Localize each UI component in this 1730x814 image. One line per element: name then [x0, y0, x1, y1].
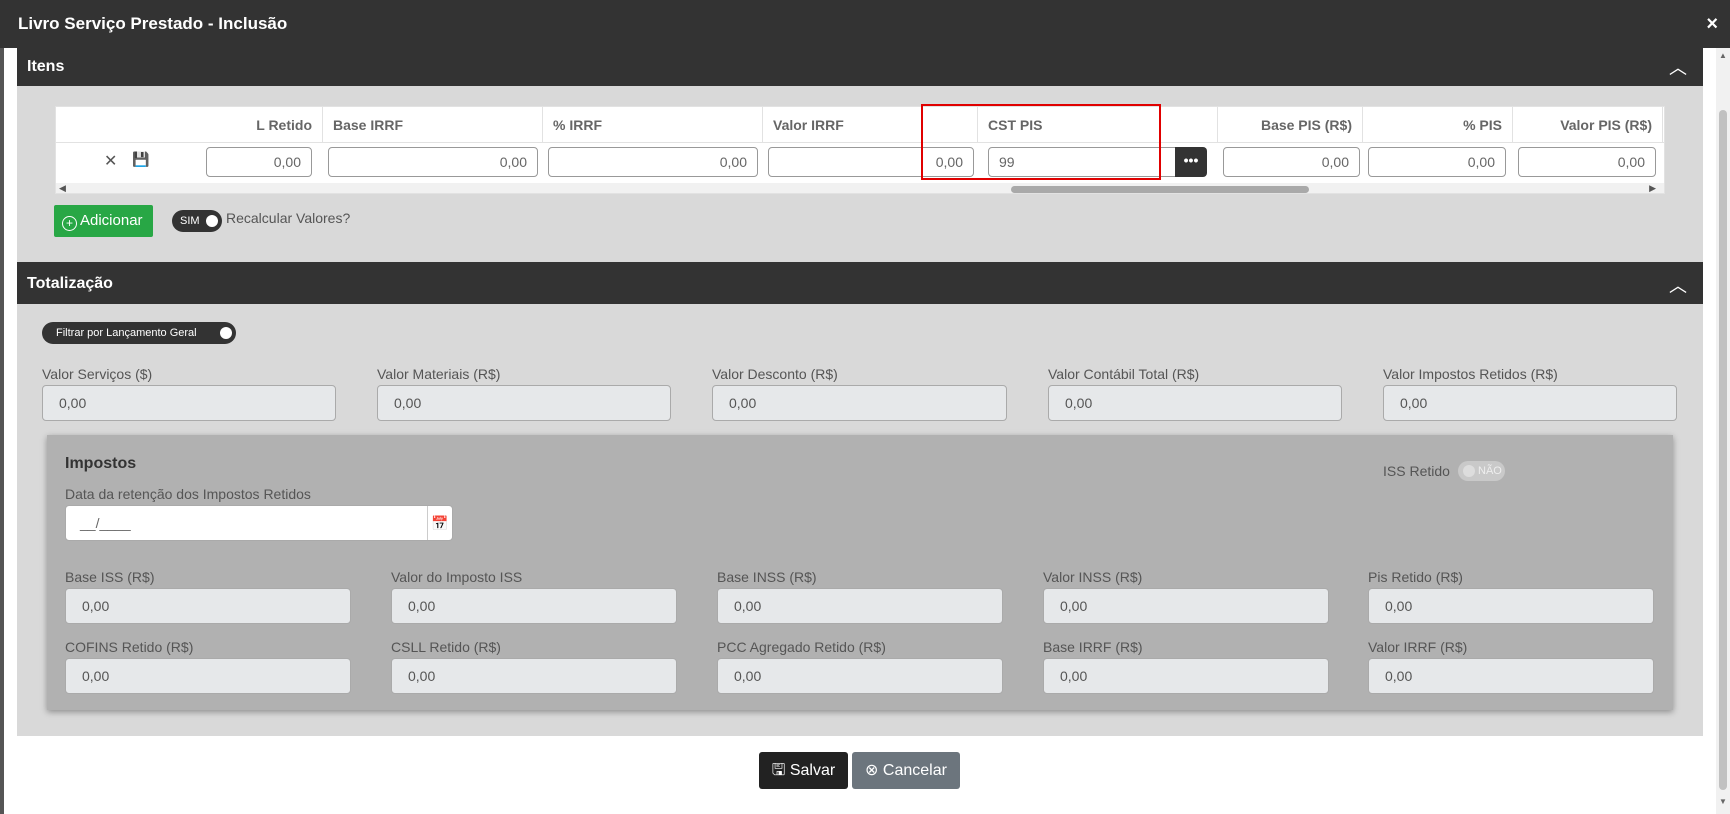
scrollbar-thumb[interactable] — [1719, 110, 1727, 790]
items-grid: L Retido Base IRRF % IRRF Valor IRRF CST… — [55, 106, 1665, 194]
pis-retido-field[interactable]: 0,00 — [1368, 588, 1654, 624]
cancel-button[interactable]: ⊗ Cancelar — [852, 752, 960, 789]
col-valor-pis[interactable]: Valor PIS (R$) — [1513, 107, 1663, 143]
chevron-up-icon[interactable]: ︿ — [1669, 272, 1687, 298]
valor-impostos-field[interactable]: 0,00 — [1383, 385, 1677, 421]
modal-titlebar: Livro Serviço Prestado - Inclusão × — [0, 0, 1730, 48]
pis-retido-label: Pis Retido (R$) — [1368, 569, 1463, 585]
valor-irrf-field[interactable]: 0,00 — [1368, 658, 1654, 694]
valor-materiais-label: Valor Materiais (R$) — [377, 366, 501, 382]
recalc-toggle-text: SIM — [180, 215, 200, 227]
base-inss-field[interactable]: 0,00 — [717, 588, 1003, 624]
chevron-up-icon[interactable]: ︿ — [1669, 54, 1687, 80]
pcc-agregado-label: PCC Agregado Retido (R$) — [717, 639, 886, 655]
base-iss-field[interactable]: 0,00 — [65, 588, 351, 624]
impostos-panel: Impostos Data da retenção dos Impostos R… — [47, 435, 1673, 710]
iss-retido-label: ISS Retido — [1383, 463, 1450, 479]
calendar-icon[interactable]: 📅 — [427, 506, 452, 540]
add-button[interactable]: + Adicionar — [54, 205, 153, 237]
valor-contabil-field[interactable]: 0,00 — [1048, 385, 1342, 421]
recalc-toggle[interactable]: SIM — [172, 210, 222, 232]
save-row-icon[interactable]: 💾 — [132, 151, 149, 168]
valor-inss-field[interactable]: 0,00 — [1043, 588, 1329, 624]
col-perc-pis[interactable]: % PIS — [1363, 107, 1513, 143]
toggle-knob — [206, 215, 218, 227]
filter-toggle[interactable]: Filtrar por Lançamento Geral — [42, 322, 236, 344]
valor-inss-label: Valor INSS (R$) — [1043, 569, 1143, 585]
col-l-retido[interactable]: L Retido — [206, 107, 323, 143]
totals-section-header[interactable]: Totalização ︿ — [17, 262, 1703, 304]
base-iss-label: Base ISS (R$) — [65, 569, 155, 585]
modal-title: Livro Serviço Prestado - Inclusão — [18, 14, 288, 33]
filter-toggle-text: Filtrar por Lançamento Geral — [56, 327, 197, 339]
valor-pis-input[interactable]: 0,00 — [1518, 147, 1656, 177]
recalc-label: Recalcular Valores? — [226, 210, 351, 226]
left-edge — [0, 48, 4, 814]
valor-desconto-field[interactable]: 0,00 — [712, 385, 1007, 421]
csll-retido-field[interactable]: 0,00 — [391, 658, 677, 694]
valor-servicos-field[interactable]: 0,00 — [42, 385, 336, 421]
base-inss-label: Base INSS (R$) — [717, 569, 817, 585]
cst-pis-highlight — [921, 104, 1161, 180]
plus-circle-icon: + — [62, 216, 77, 231]
horizontal-scrollbar[interactable]: ◀ ▶ — [56, 183, 1664, 193]
iss-toggle-text: NÃO — [1478, 465, 1502, 477]
perc-irrf-input[interactable]: 0,00 — [548, 147, 758, 177]
perc-pis-input[interactable]: 0,00 — [1368, 147, 1506, 177]
cofins-retido-label: COFINS Retido (R$) — [65, 639, 194, 655]
valor-contabil-label: Valor Contábil Total (R$) — [1048, 366, 1200, 382]
col-perc-irrf[interactable]: % IRRF — [543, 107, 763, 143]
impostos-title: Impostos — [65, 455, 137, 472]
date-label: Data da retenção dos Impostos Retidos — [65, 486, 311, 502]
save-icon: 🖫 — [771, 762, 786, 779]
save-button[interactable]: 🖫 Salvar — [759, 752, 848, 789]
more-options-icon[interactable]: ••• — [1175, 147, 1207, 177]
items-section-title: Itens — [27, 58, 65, 75]
horizontal-scrollbar-thumb[interactable] — [1011, 186, 1309, 193]
grid-header: L Retido Base IRRF % IRRF Valor IRRF CST… — [56, 107, 1664, 143]
add-button-label: Adicionar — [80, 212, 143, 229]
valor-servicos-label: Valor Serviços ($) — [42, 366, 153, 382]
cancel-button-label: Cancelar — [882, 762, 947, 779]
valor-imposto-iss-label: Valor do Imposto ISS — [391, 569, 523, 585]
valor-materiais-field[interactable]: 0,00 — [377, 385, 671, 421]
items-section-header[interactable]: Itens ︿ — [17, 46, 1703, 86]
iss-retido-toggle[interactable]: NÃO — [1458, 461, 1505, 481]
scroll-up-icon[interactable]: ▲ — [1716, 48, 1730, 64]
l-retido-input[interactable]: 0,00 — [206, 147, 312, 177]
scroll-right-icon[interactable]: ▶ — [1649, 183, 1656, 193]
save-button-label: Salvar — [789, 762, 836, 779]
valor-irrf-label: Valor IRRF (R$) — [1368, 639, 1468, 655]
toggle-knob — [1463, 465, 1475, 477]
date-input[interactable]: __/____ 📅 — [65, 505, 453, 541]
col-base-pis[interactable]: Base PIS (R$) — [1218, 107, 1363, 143]
base-irrf-label: Base IRRF (R$) — [1043, 639, 1143, 655]
valor-imposto-iss-field[interactable]: 0,00 — [391, 588, 677, 624]
cofins-retido-field[interactable]: 0,00 — [65, 658, 351, 694]
pcc-agregado-field[interactable]: 0,00 — [717, 658, 1003, 694]
base-pis-input[interactable]: 0,00 — [1223, 147, 1360, 177]
valor-impostos-label: Valor Impostos Retidos (R$) — [1383, 366, 1558, 382]
date-placeholder: __/____ — [80, 515, 131, 531]
col-base-irrf[interactable]: Base IRRF — [323, 107, 543, 143]
cancel-circle-icon: ⊗ — [865, 762, 879, 779]
scroll-left-icon[interactable]: ◀ — [59, 183, 66, 193]
toggle-knob — [220, 327, 232, 339]
delete-row-icon[interactable]: ✕ — [104, 151, 117, 171]
row-actions: ✕ 💾 — [56, 143, 206, 179]
totals-section-title: Totalização — [27, 275, 113, 292]
vertical-scrollbar[interactable]: ▲ ▼ — [1716, 48, 1730, 814]
close-icon[interactable]: × — [1706, 13, 1718, 36]
base-irrf-field[interactable]: 0,00 — [1043, 658, 1329, 694]
base-irrf-input[interactable]: 0,00 — [328, 147, 538, 177]
csll-retido-label: CSLL Retido (R$) — [391, 639, 501, 655]
scroll-down-icon[interactable]: ▼ — [1716, 794, 1730, 810]
valor-desconto-label: Valor Desconto (R$) — [712, 366, 838, 382]
